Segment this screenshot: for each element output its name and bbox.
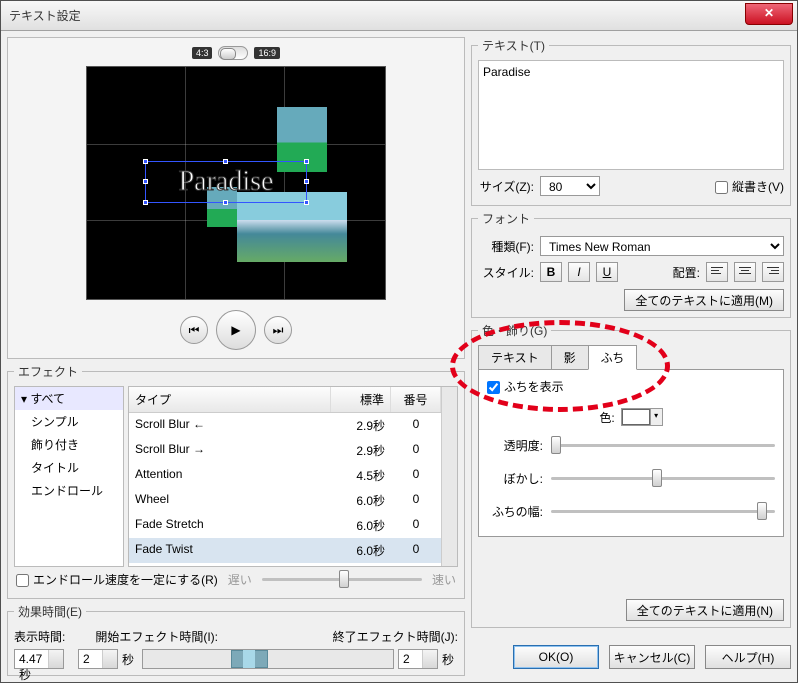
sec-label-1: 秒 [118, 651, 138, 668]
size-select[interactable]: 80 [540, 176, 600, 196]
underline-button[interactable]: U [596, 262, 618, 282]
aspect-toggle[interactable] [218, 46, 248, 60]
tree-item[interactable]: ▾ すべて [15, 387, 123, 410]
effect-category-tree[interactable]: ▾ すべてシンプル飾り付きタイトルエンドロール [14, 386, 124, 567]
tree-item[interactable]: 飾り付き [15, 433, 123, 456]
effect-row[interactable]: Fade Stretch6.0秒0 [129, 513, 441, 538]
font-type-label: 種類(F): [478, 238, 534, 255]
effect-fieldset: エフェクト ▾ すべてシンプル飾り付きタイトルエンドロール タイプ 標準 番号 [7, 363, 465, 599]
close-button[interactable]: ✕ [745, 3, 793, 25]
aspect-16-9-badge[interactable]: 16:9 [254, 47, 280, 59]
align-center-button[interactable] [734, 262, 756, 282]
effect-row[interactable]: Wheel6.0秒0 [129, 488, 441, 513]
blur-label: ぼかし: [487, 470, 543, 487]
show-border-checkbox[interactable]: ふちを表示 [487, 380, 564, 394]
color-label: 色: [599, 409, 614, 426]
preview-stage[interactable]: Paradise [86, 66, 386, 300]
col-std[interactable]: 標準 [331, 387, 391, 412]
text-input[interactable] [478, 60, 784, 170]
display-time-spinner[interactable]: 4.47秒 [14, 649, 64, 669]
effect-row[interactable]: Scroll Blur →2.9秒0 [129, 438, 441, 463]
aspect-4-3-badge[interactable]: 4:3 [192, 47, 213, 59]
end-effect-label: 終了エフェクト時間(J): [333, 628, 458, 645]
scrollbar[interactable] [441, 387, 457, 566]
preview-text: Paradise [179, 166, 274, 198]
color-picker[interactable]: ▾ [621, 408, 663, 426]
tab-border[interactable]: ふち [588, 345, 638, 370]
text-legend: テキスト(T) [478, 37, 549, 54]
text-fieldset: テキスト(T) サイズ(Z): 80 縦書き(V) [471, 37, 791, 206]
window-title: テキスト設定 [9, 7, 745, 24]
size-label: サイズ(Z): [478, 178, 534, 195]
text-bounding-box[interactable]: Paradise [145, 161, 307, 203]
duration-fieldset: 効果時間(E) 表示時間: 開始エフェクト時間(I): 終了エフェクト時間(J)… [7, 603, 465, 676]
blur-slider[interactable] [551, 477, 775, 480]
tab-text[interactable]: テキスト [478, 345, 552, 370]
next-button[interactable]: ⏭ [264, 316, 292, 344]
effect-row[interactable]: Attention4.5秒0 [129, 463, 441, 488]
cancel-button[interactable]: キャンセル(C) [609, 645, 695, 669]
border-width-slider[interactable] [551, 510, 775, 513]
opacity-slider[interactable] [551, 444, 775, 447]
vertical-checkbox[interactable]: 縦書き(V) [715, 178, 784, 195]
effect-legend: エフェクト [14, 363, 82, 380]
dialog-window: テキスト設定 ✕ 4:3 16:9 Paradise [0, 0, 798, 683]
slow-label: 遅い [228, 571, 252, 588]
style-label: スタイル: [478, 264, 534, 281]
bold-button[interactable]: B [540, 262, 562, 282]
apply-font-all-button[interactable]: 全てのテキストに適用(M) [624, 289, 784, 311]
color-fieldset: 色・飾り(G) テキスト 影 ふち ふちを表示 色: ▾ [471, 322, 791, 628]
sec-label-2: 秒 [438, 651, 458, 668]
align-left-button[interactable] [706, 262, 728, 282]
tree-item[interactable]: エンドロール [15, 479, 123, 502]
ok-button[interactable]: OK(O) [513, 645, 599, 669]
effect-list[interactable]: タイプ 標準 番号 Scroll Blur ←2.9秒0Scroll Blur … [128, 386, 458, 567]
start-effect-label: 開始エフェクト時間(I): [95, 628, 218, 645]
color-legend: 色・飾り(G) [478, 322, 551, 339]
endroll-constant-checkbox[interactable]: エンドロール速度を一定にする(R) [16, 571, 218, 588]
col-num[interactable]: 番号 [391, 387, 441, 412]
font-select[interactable]: Times New Roman [540, 236, 784, 256]
tree-item[interactable]: タイトル [15, 456, 123, 479]
border-width-label: ふちの幅: [487, 503, 543, 520]
opacity-label: 透明度: [487, 437, 543, 454]
effect-row[interactable]: Scroll Blur ←2.9秒0 [129, 413, 441, 438]
font-legend: フォント [478, 210, 534, 227]
col-type[interactable]: タイプ [129, 387, 331, 412]
align-right-button[interactable] [762, 262, 784, 282]
prev-button[interactable]: ⏮ [180, 316, 208, 344]
timeline[interactable] [142, 649, 394, 669]
titlebar[interactable]: テキスト設定 ✕ [1, 1, 797, 31]
preview-panel: 4:3 16:9 Paradise [7, 37, 465, 359]
play-button[interactable]: ▶ [216, 310, 256, 350]
end-effect-spinner[interactable]: 2 [398, 649, 438, 669]
effect-row[interactable]: Fade Twist6.0秒0 [129, 538, 441, 563]
speed-slider[interactable] [262, 578, 422, 581]
apply-color-all-button[interactable]: 全てのテキストに適用(N) [626, 599, 784, 621]
help-button[interactable]: ヘルプ(H) [705, 645, 791, 669]
duration-legend: 効果時間(E) [14, 603, 86, 620]
start-effect-spinner[interactable]: 2 [78, 649, 118, 669]
tree-item[interactable]: シンプル [15, 410, 123, 433]
display-time-label: 表示時間: [14, 628, 65, 645]
align-label: 配置: [673, 264, 700, 281]
italic-button[interactable]: I [568, 262, 590, 282]
fast-label: 速い [432, 571, 456, 588]
font-fieldset: フォント 種類(F): Times New Roman スタイル: B I U … [471, 210, 791, 318]
tab-shadow[interactable]: 影 [551, 345, 589, 370]
